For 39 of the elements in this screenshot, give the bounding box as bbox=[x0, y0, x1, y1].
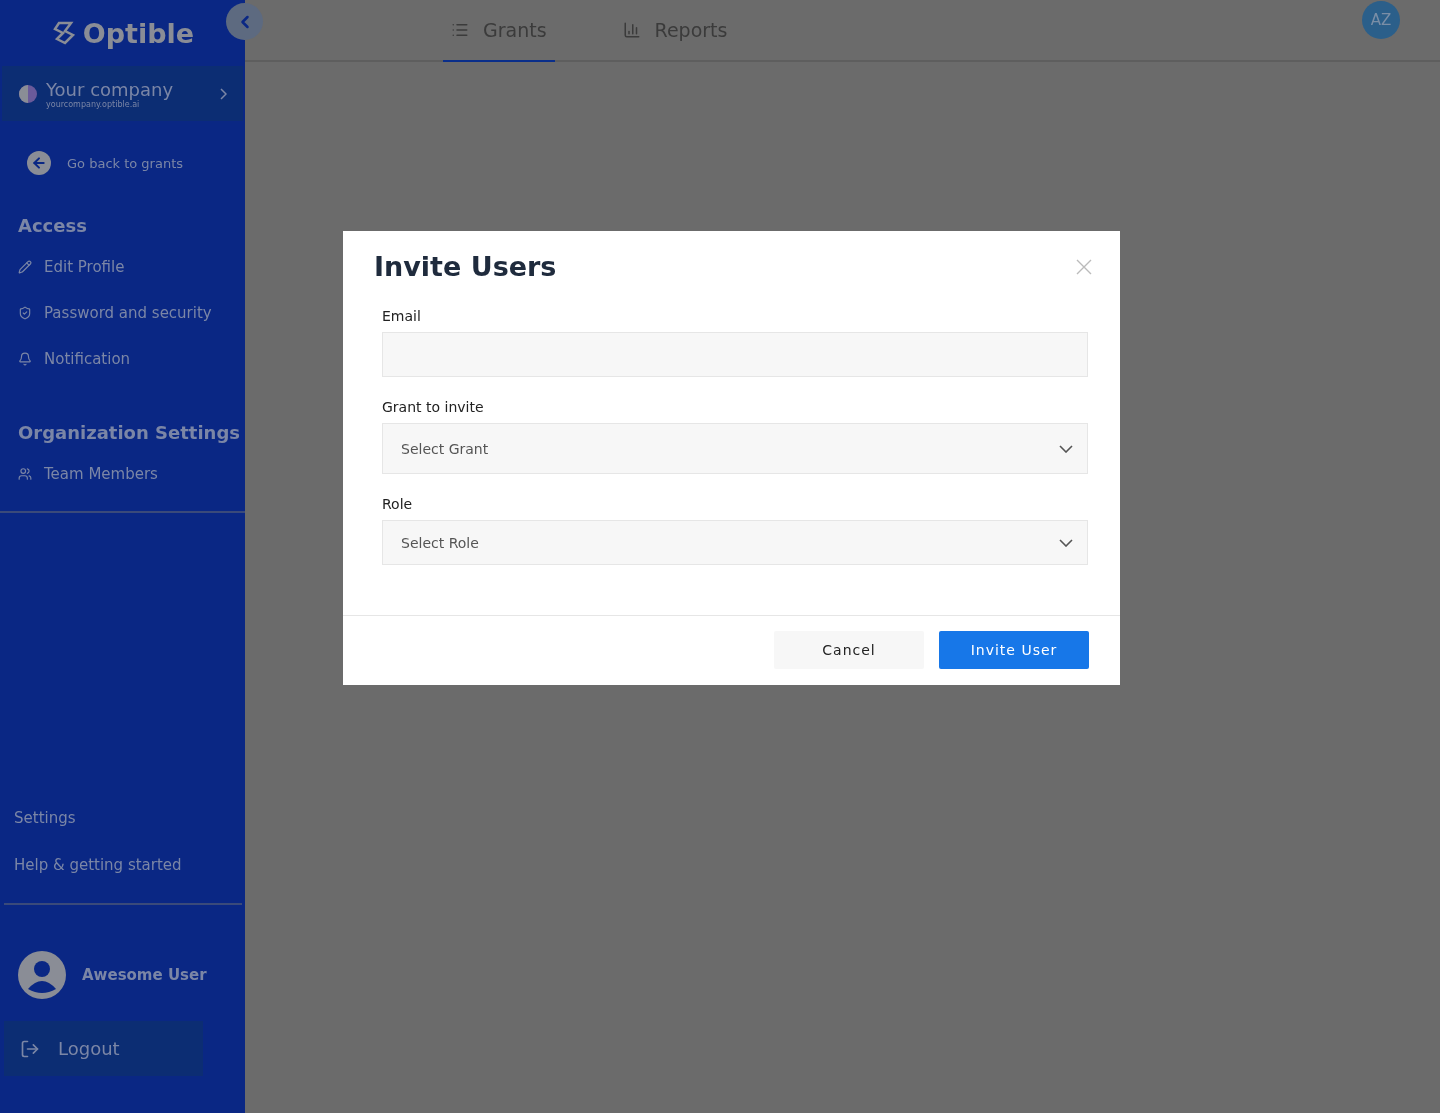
close-button[interactable] bbox=[1076, 258, 1092, 275]
dialog-title: Invite Users bbox=[374, 251, 557, 282]
invite-button[interactable]: Invite User bbox=[939, 631, 1089, 669]
back-link[interactable]: Go back to grants bbox=[27, 151, 245, 175]
sidebar-link[interactable]: Help & getting started bbox=[14, 856, 245, 903]
user-name: Awesome User bbox=[82, 966, 207, 984]
sidebar-item[interactable]: Edit Profile bbox=[18, 244, 245, 290]
company-logo-icon bbox=[18, 83, 38, 104]
sidebar-item[interactable]: Notification bbox=[18, 336, 245, 382]
sidebar-link[interactable]: Settings bbox=[14, 809, 245, 856]
bell-icon bbox=[18, 352, 32, 366]
company-domain: yourcompany.optible.ai bbox=[46, 99, 140, 109]
shield-icon bbox=[18, 306, 32, 320]
field-label: Grant to invite bbox=[382, 399, 485, 415]
field-label: Email bbox=[382, 308, 422, 324]
chevron-right-icon bbox=[220, 87, 227, 100]
cancel-button[interactable]: Cancel bbox=[774, 631, 924, 669]
company-name: Your company bbox=[46, 78, 175, 100]
user-avatar[interactable]: AZ bbox=[1362, 1, 1400, 39]
collapse-button[interactable] bbox=[226, 3, 263, 40]
section-title: Access bbox=[18, 215, 88, 236]
sidebar-item[interactable]: Password and security bbox=[18, 290, 245, 336]
section-title: Organization Settings bbox=[18, 422, 241, 443]
bar-chart-icon bbox=[622, 21, 641, 39]
logout-icon bbox=[20, 1038, 40, 1059]
logo-text: Optible bbox=[82, 17, 195, 49]
select-field[interactable]: Select Grant bbox=[382, 423, 1088, 474]
pencil-icon bbox=[18, 260, 32, 274]
sidebar-item[interactable]: Team Members bbox=[18, 451, 245, 497]
logout-button[interactable]: Logout bbox=[4, 1021, 203, 1076]
users-icon bbox=[18, 467, 32, 481]
list-icon bbox=[451, 21, 469, 39]
chevron-down-icon bbox=[1059, 538, 1073, 547]
field-label: Role bbox=[382, 496, 414, 512]
chevron-down-icon bbox=[1059, 444, 1073, 453]
select-field[interactable]: Select Role bbox=[382, 520, 1088, 565]
email-input[interactable] bbox=[382, 332, 1088, 377]
company-switcher[interactable]: Your company yourcompany.optible.ai bbox=[2, 66, 243, 121]
user-avatar-icon bbox=[18, 951, 66, 999]
